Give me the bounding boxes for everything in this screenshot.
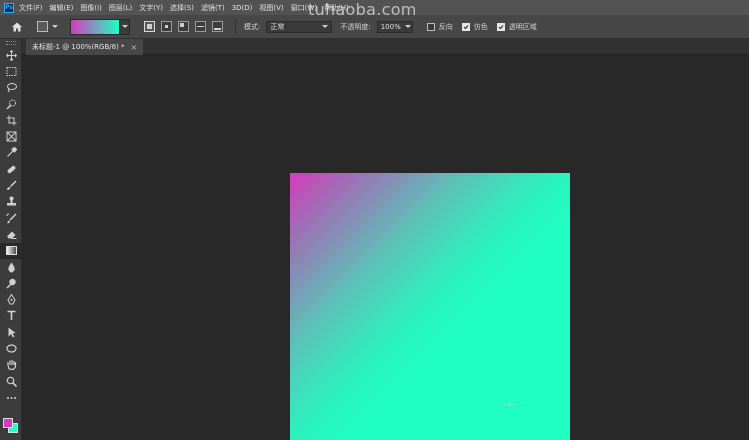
photoshop-logo: Ps [4, 2, 14, 13]
menu-image[interactable]: 图像(I) [80, 3, 102, 13]
close-icon[interactable]: × [131, 43, 138, 52]
frame-tool[interactable] [0, 128, 22, 144]
history-brush-tool[interactable] [0, 210, 22, 226]
dodge-tool[interactable] [0, 275, 22, 291]
gradient-tool-icon [5, 246, 17, 256]
radial-gradient-button[interactable] [161, 21, 172, 32]
marquee-tool-icon [6, 66, 16, 76]
clone-stamp-tool[interactable] [0, 194, 22, 210]
menu-edit[interactable]: 编辑(E) [50, 3, 74, 13]
reverse-checkbox[interactable] [426, 22, 435, 31]
chevron-down-icon [52, 25, 58, 28]
ellipse-tool[interactable] [0, 340, 22, 356]
chevron-down-icon [404, 25, 411, 28]
gradient-preview[interactable] [70, 18, 120, 35]
hand-tool-icon [6, 360, 16, 371]
zoom-tool-icon [6, 376, 17, 387]
menu-file[interactable]: 文件(F) [19, 3, 43, 13]
crop-tool[interactable] [0, 112, 22, 128]
divider [235, 18, 236, 35]
menu-select[interactable]: 选择(S) [170, 3, 194, 13]
diamond-gradient-button[interactable] [212, 21, 223, 32]
mode-label: 模式: [244, 22, 261, 31]
document-tab[interactable]: 未标题-1 @ 100%(RGB/8) * × [26, 39, 144, 55]
blur-tool-icon [7, 262, 15, 272]
angle-gradient-button[interactable] [178, 21, 189, 32]
marquee-tool[interactable] [0, 63, 22, 79]
brush-tool-icon [6, 180, 17, 191]
zoom-tool[interactable] [0, 373, 22, 389]
blur-tool[interactable] [0, 259, 22, 275]
chevron-down-icon [121, 25, 128, 28]
quick-select-tool-icon [5, 99, 16, 110]
crop-tool-icon [6, 115, 16, 126]
ellipse-tool-icon [5, 344, 17, 353]
healing-brush-tool-icon [7, 165, 15, 173]
hand-tool[interactable] [0, 357, 22, 373]
more-tools-icon [6, 396, 16, 399]
menu-layer[interactable]: 图层(L) [109, 3, 132, 13]
opacity-label: 不透明度: [340, 22, 371, 31]
reverse-option[interactable]: 反向 [426, 22, 453, 32]
reflected-gradient-button[interactable] [195, 21, 206, 32]
gradient-dropdown[interactable] [120, 18, 130, 35]
dither-option[interactable]: 仿色 [461, 22, 488, 32]
quick-select-tool[interactable] [0, 96, 22, 112]
document-tab-bar: 未标题-1 @ 100%(RGB/8) * × [22, 39, 749, 55]
type-tool-icon [7, 311, 15, 321]
crosshair-icon [504, 399, 515, 410]
frame-tool-icon [6, 131, 16, 142]
clone-stamp-tool-icon [6, 196, 16, 206]
document-canvas[interactable] [290, 173, 570, 440]
opacity-input[interactable]: 100% [376, 20, 413, 33]
transparency-label: 透明区域 [508, 22, 537, 31]
dodge-tool-icon [5, 278, 16, 289]
linear-gradient-button[interactable] [144, 21, 155, 32]
dither-checkbox[interactable] [461, 22, 470, 31]
dither-label: 仿色 [473, 22, 488, 31]
mode-select[interactable]: 正常 [266, 20, 333, 33]
opacity-value: 100% [380, 22, 401, 31]
more-tools[interactable] [0, 389, 22, 405]
gradient-picker[interactable] [70, 18, 130, 35]
tools-panel [0, 39, 22, 440]
menu-filter[interactable]: 滤镜(T) [201, 3, 225, 13]
reverse-label: 反向 [438, 22, 453, 31]
move-tool[interactable] [0, 47, 22, 63]
menu-type[interactable]: 文字(Y) [139, 3, 163, 13]
lasso-tool-icon [6, 83, 17, 93]
document-tab-title: 未标题-1 @ 100%(RGB/8) * [32, 43, 125, 51]
eyedropper-tool-icon [6, 147, 17, 158]
path-select-tool[interactable] [0, 324, 22, 340]
color-swatches[interactable] [3, 418, 19, 436]
transparency-option[interactable]: 透明区域 [496, 22, 537, 32]
tool-preset-icon [37, 21, 48, 32]
lasso-tool[interactable] [0, 80, 22, 96]
pen-tool[interactable] [0, 291, 22, 307]
eyedropper-tool[interactable] [0, 145, 22, 161]
foreground-color-swatch[interactable] [3, 418, 13, 428]
home-icon[interactable] [11, 21, 23, 33]
menu-3d[interactable]: 3D(D) [232, 4, 253, 12]
gradient-tool[interactable] [0, 242, 22, 259]
transparency-checkbox[interactable] [496, 22, 505, 31]
tool-preset-picker[interactable] [37, 21, 58, 32]
eraser-tool[interactable] [0, 226, 22, 242]
options-bar: 模式: 正常 不透明度: 100% 反向 仿色 透明区域 [0, 15, 749, 39]
move-tool-icon [5, 49, 17, 61]
panel-grip[interactable] [0, 39, 21, 47]
menu-view[interactable]: 视图(V) [259, 3, 283, 13]
canvas-area[interactable] [22, 55, 749, 440]
eraser-tool-icon [6, 231, 16, 239]
brush-tool[interactable] [0, 177, 22, 193]
type-tool[interactable] [0, 308, 22, 324]
healing-brush-tool[interactable] [0, 161, 22, 177]
path-select-tool-icon [8, 327, 15, 338]
pen-tool-icon [6, 294, 16, 305]
mode-value: 正常 [270, 22, 285, 31]
history-brush-tool-icon [6, 213, 17, 224]
chevron-down-icon [322, 25, 329, 28]
